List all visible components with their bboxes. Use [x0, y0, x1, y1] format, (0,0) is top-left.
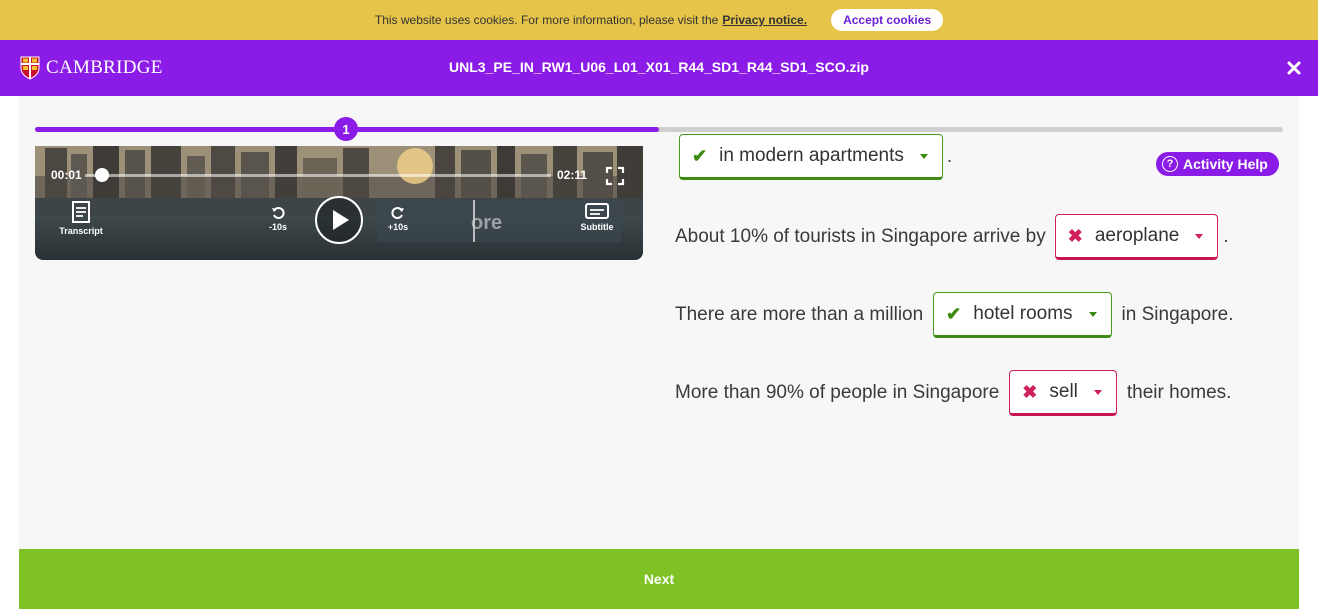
play-icon — [333, 210, 349, 230]
subtitle-label: Subtitle — [580, 222, 614, 232]
subtitle-button[interactable]: Subtitle — [575, 202, 619, 232]
play-button[interactable] — [315, 196, 363, 244]
seek-handle[interactable] — [95, 168, 109, 182]
answer-dropdown-1[interactable]: ✔ in modern apartments — [679, 134, 943, 180]
rewind-button[interactable]: -10s — [265, 206, 291, 232]
transcript-button[interactable]: Transcript — [55, 200, 107, 236]
check-icon: ✔ — [946, 303, 962, 324]
sentence-4-before: More than 90% of people in Singapore — [675, 382, 1000, 403]
cross-icon: ✖ — [1067, 225, 1083, 246]
chevron-down-icon — [1093, 389, 1102, 395]
activity-help-label: Activity Help — [1183, 156, 1268, 172]
sentence-3: There are more than a million ✔ hotel ro… — [675, 292, 1234, 338]
answer-dropdown-3[interactable]: ✔ hotel rooms — [933, 292, 1112, 338]
sentence-3-before: There are more than a million — [675, 304, 924, 325]
seek-bar[interactable] — [85, 174, 551, 177]
privacy-notice-link[interactable]: Privacy notice. — [722, 13, 807, 27]
subtitle-text: ore — [471, 212, 503, 234]
answer-value-2: aeroplane — [1094, 225, 1180, 246]
sentence-1: ✔ in modern apartments . — [679, 134, 952, 180]
rewind-label: -10s — [268, 222, 287, 232]
forward-icon — [391, 207, 404, 219]
forward-label: +10s — [387, 222, 409, 232]
sentence-2-after: . — [1223, 226, 1229, 247]
fullscreen-icon[interactable] — [605, 166, 625, 186]
progress-step-marker[interactable]: 1 — [334, 117, 358, 141]
subtitle-icon — [585, 203, 609, 219]
video-player[interactable]: 00:01 02:11 ore Transcript -10s +10s Sub… — [35, 146, 643, 260]
check-icon: ✔ — [692, 145, 708, 166]
close-icon[interactable] — [1286, 60, 1302, 76]
chevron-down-icon — [919, 153, 928, 159]
sentence-4: More than 90% of people in Singapore ✖ s… — [675, 370, 1231, 416]
chevron-down-icon — [1195, 233, 1204, 239]
forward-button[interactable]: +10s — [385, 206, 411, 232]
accept-cookies-button[interactable]: Accept cookies — [831, 9, 944, 31]
cookie-text: This website uses cookies. For more info… — [374, 13, 719, 27]
cross-icon: ✖ — [1022, 381, 1038, 402]
sentence-4-after: their homes. — [1126, 382, 1232, 403]
transcript-icon — [72, 201, 90, 223]
answer-dropdown-4[interactable]: ✖ sell — [1009, 370, 1117, 416]
file-title: UNL3_PE_IN_RW1_U06_L01_X01_R44_SD1_R44_S… — [449, 59, 869, 75]
duration: 02:11 — [557, 168, 588, 182]
chevron-down-icon — [1088, 311, 1097, 317]
progress-track — [35, 127, 1283, 132]
sentence-2: About 10% of tourists in Singapore arriv… — [675, 214, 1229, 260]
activity-help-button[interactable]: ? Activity Help — [1156, 152, 1279, 176]
next-button[interactable]: Next — [19, 549, 1299, 609]
transcript-label: Transcript — [59, 226, 103, 236]
app-header: CAMBRIDGE UNL3_PE_IN_RW1_U06_L01_X01_R44… — [0, 40, 1318, 96]
sentence-1-after: . — [946, 146, 953, 167]
current-time: 00:01 — [51, 168, 82, 182]
sentence-3-after: in Singapore. — [1121, 304, 1234, 325]
answer-value-1: in modern apartments — [719, 145, 904, 166]
cookie-banner: This website uses cookies. For more info… — [0, 0, 1318, 40]
activity-panel: 1 00:01 02:11 ore Transcript -10s +10s S… — [19, 96, 1299, 549]
answer-dropdown-2[interactable]: ✖ aeroplane — [1054, 214, 1219, 260]
question-circle-icon: ? — [1162, 156, 1178, 172]
sentence-2-before: About 10% of tourists in Singapore arriv… — [675, 226, 1046, 247]
rewind-icon — [272, 207, 285, 219]
answer-value-4: sell — [1049, 381, 1078, 402]
answer-value-3: hotel rooms — [973, 303, 1073, 324]
